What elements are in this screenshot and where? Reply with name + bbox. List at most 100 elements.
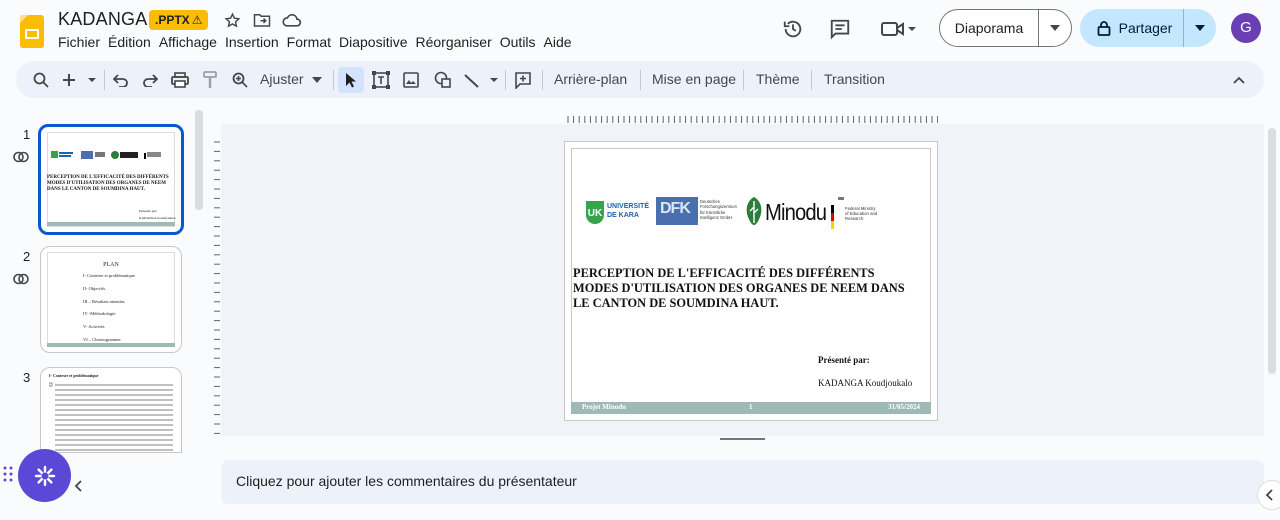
dfki-mark: DFK — [660, 200, 691, 217]
slide-number: 3 — [23, 370, 31, 385]
menu-diapositive[interactable]: Diapositive — [339, 34, 414, 50]
collapse-toolbar-icon[interactable] — [1229, 68, 1249, 92]
bmbf-text: Federal Ministry of Education and Resear… — [845, 206, 878, 221]
insert-image-icon[interactable] — [400, 68, 422, 92]
toolbar-divider — [542, 70, 543, 90]
menu-fichier[interactable]: Fichier — [58, 34, 107, 50]
speaker-notes-area[interactable]: Cliquez pour ajouter les commentaires du… — [221, 460, 1264, 504]
comments-icon[interactable] — [827, 16, 853, 42]
plan-item: I- Contexte et problématique — [83, 273, 135, 278]
slide-number: 2 — [23, 249, 31, 264]
university-line1: UNIVERSITÉ — [607, 203, 650, 210]
slideshow-label: Diaporama — [940, 10, 1039, 46]
meet-camera-icon[interactable] — [878, 16, 920, 42]
thumb-presented: Présenté par: — [139, 209, 158, 213]
redo-icon[interactable] — [139, 68, 161, 92]
text-box-icon[interactable] — [370, 68, 392, 92]
toolbar-divider — [811, 70, 812, 90]
canvas-scrollbar[interactable] — [1268, 128, 1276, 374]
share-dropdown-icon[interactable] — [1184, 25, 1216, 31]
vertical-ruler[interactable] — [212, 140, 221, 435]
dfki-text: Deutsches Forschungszentrum für Künstlic… — [700, 199, 738, 220]
paint-format-icon[interactable] — [199, 68, 221, 92]
menu-format[interactable]: Format — [287, 34, 338, 50]
menu-outils[interactable]: Outils — [500, 34, 543, 50]
menu-edition[interactable]: Édition — [108, 34, 158, 50]
thumb-plan-heading: PLAN — [103, 262, 119, 268]
new-slide-icon[interactable] — [60, 68, 100, 92]
line-tool-icon[interactable] — [462, 68, 502, 92]
move-folder-icon[interactable] — [252, 10, 272, 30]
format-badge[interactable]: .PPTX ⚠ — [149, 10, 209, 30]
zoom-select[interactable]: Ajuster — [260, 71, 304, 87]
slide-number: 1 — [23, 127, 31, 142]
presented-by-label[interactable]: Présenté par: — [818, 355, 870, 365]
slide-title[interactable]: PERCEPTION DE L'EFFICACITÉ DES DIFFÉRENT… — [573, 266, 913, 311]
filmstrip-scrollbar[interactable] — [195, 110, 203, 210]
background-button[interactable]: Arrière-plan — [554, 71, 627, 87]
toolbar-divider — [104, 70, 105, 90]
side-panel-toggle[interactable] — [1257, 480, 1280, 510]
slide-footer-bar[interactable]: Projet Minodu 1 31/05/2024 — [571, 402, 931, 414]
share-label: Partager — [1118, 20, 1173, 36]
menu-reorganiser[interactable]: Réorganiser — [415, 34, 498, 50]
toolbar-divider — [743, 70, 744, 90]
notes-resize-handle[interactable] — [720, 438, 765, 440]
print-icon[interactable] — [169, 68, 191, 92]
horizontal-ruler[interactable] — [566, 115, 938, 124]
thumb-plan-list: I- Contexte et problématique II- Objecti… — [83, 270, 135, 347]
add-comment-icon[interactable] — [512, 68, 534, 92]
menu-insertion[interactable]: Insertion — [225, 34, 286, 50]
univ-mark-text: UK — [588, 208, 603, 219]
shape-icon[interactable] — [432, 68, 454, 92]
dfki-logo[interactable]: DFK — [656, 197, 698, 225]
slide-thumbnail-1[interactable]: PERCEPTION DE L'EFFICACITÉ DES DIFFÉRENT… — [38, 124, 184, 235]
plan-item: III – Résultats attendus — [83, 298, 125, 304]
plan-item: V- Activités — [83, 324, 105, 330]
university-kara-logo[interactable]: UK — [584, 199, 606, 225]
theme-button[interactable]: Thème — [756, 71, 800, 87]
version-history-icon[interactable] — [780, 16, 806, 42]
minodu-wordmark: Minodu — [765, 199, 827, 225]
star-icon[interactable] — [222, 10, 242, 30]
drag-handle-icon[interactable] — [3, 466, 13, 487]
thumb-presenter: KADANGA Koudjoukalo — [139, 216, 176, 220]
slides-logo-icon[interactable] — [20, 15, 44, 48]
toolbar-divider — [333, 70, 334, 90]
slideshow-dropdown-icon[interactable] — [1039, 25, 1071, 31]
university-name: UNIVERSITÉ DE KARA — [607, 202, 649, 220]
thumb-title: PERCEPTION DE L'EFFICACITÉ DES DIFFÉRENT… — [47, 175, 169, 192]
minodu-logo[interactable] — [743, 195, 765, 232]
footer-project: Projet Minodu — [582, 403, 627, 411]
chevron-left-icon — [1265, 489, 1273, 501]
slideshow-button[interactable]: Diaporama — [939, 9, 1072, 47]
select-tool-icon[interactable] — [338, 67, 364, 93]
cloud-saved-icon[interactable] — [282, 10, 302, 30]
account-avatar[interactable]: G — [1231, 13, 1261, 43]
lock-icon — [1097, 21, 1111, 36]
menu-aide[interactable]: Aide — [544, 34, 579, 50]
zoom-icon[interactable] — [229, 68, 251, 92]
format-badge-label: .PPTX — [155, 13, 190, 27]
collapse-filmstrip-icon[interactable] — [74, 479, 82, 497]
slide-thumbnail-2[interactable]: PLAN I- Contexte et problématique II- Ob… — [40, 246, 182, 353]
document-title[interactable]: KADANGA — [58, 9, 147, 30]
search-menus-icon[interactable] — [30, 68, 52, 92]
share-button[interactable]: Partager — [1080, 9, 1216, 47]
share-label-wrap: Partager — [1080, 9, 1184, 47]
assistant-fab-button[interactable] — [18, 449, 71, 502]
thumb-body-text — [49, 382, 173, 451]
thumb-footer-bar — [47, 222, 175, 226]
undo-icon[interactable] — [110, 68, 132, 92]
layout-button[interactable]: Mise en page — [652, 71, 736, 87]
transition-button[interactable]: Transition — [824, 71, 885, 87]
linked-object-icon[interactable] — [13, 150, 29, 169]
menu-affichage[interactable]: Affichage — [159, 34, 224, 50]
university-line2: DE KARA — [607, 212, 639, 219]
presenter-name[interactable]: KADANGA Koudjoukalo — [818, 378, 912, 388]
toolbar-divider — [505, 70, 506, 90]
warning-icon: ⚠ — [191, 13, 203, 27]
zoom-dropdown-icon[interactable] — [310, 68, 324, 92]
slide-thumbnail-3[interactable]: I- Contexte et problématique — [40, 367, 182, 453]
linked-object-icon[interactable] — [13, 272, 29, 291]
